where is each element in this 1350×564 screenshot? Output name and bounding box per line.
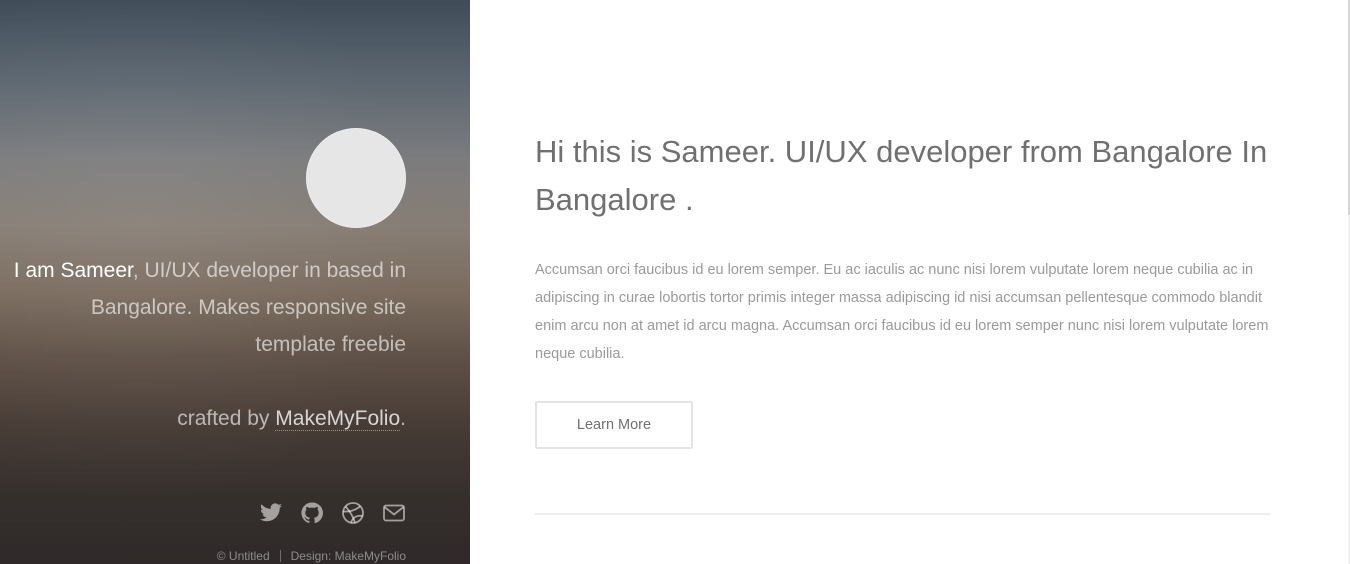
sidebar: I am Sameer, UI/UX developer in based in… — [0, 0, 470, 564]
crafted-prefix: crafted by — [177, 407, 276, 430]
github-icon[interactable] — [299, 500, 324, 525]
makemyfolio-link[interactable]: MakeMyFolio — [275, 407, 401, 431]
intro-name: I am Sameer — [13, 259, 133, 282]
crafted-suffix: . — [400, 407, 406, 430]
intro-text: I am Sameer, UI/UX developer in based in… — [6, 252, 406, 363]
avatar — [306, 128, 406, 228]
intro-description: , UI/UX developer in based in Bangalore.… — [90, 259, 406, 356]
footer-separator — [279, 550, 281, 562]
mail-icon[interactable] — [381, 500, 406, 525]
crafted-by: crafted by MakeMyFolio. — [177, 400, 406, 437]
main-content: Hi this is Sameer. UI/UX developer from … — [470, 0, 1350, 564]
footer-credits: © Untitled Design: MakeMyFolio — [217, 549, 406, 563]
learn-more-button[interactable]: Learn More — [535, 401, 693, 449]
copyright-text: © Untitled — [216, 549, 270, 563]
design-credit: Design: MakeMyFolio — [290, 549, 406, 563]
social-links — [258, 500, 406, 525]
page-headline: Hi this is Sameer. UI/UX developer from … — [535, 134, 1268, 217]
dribbble-icon[interactable] — [340, 500, 365, 525]
body-paragraph: Accumsan orci faucibus id eu lorem sempe… — [535, 262, 1269, 362]
section-divider — [535, 513, 1270, 515]
twitter-icon[interactable] — [258, 500, 283, 525]
